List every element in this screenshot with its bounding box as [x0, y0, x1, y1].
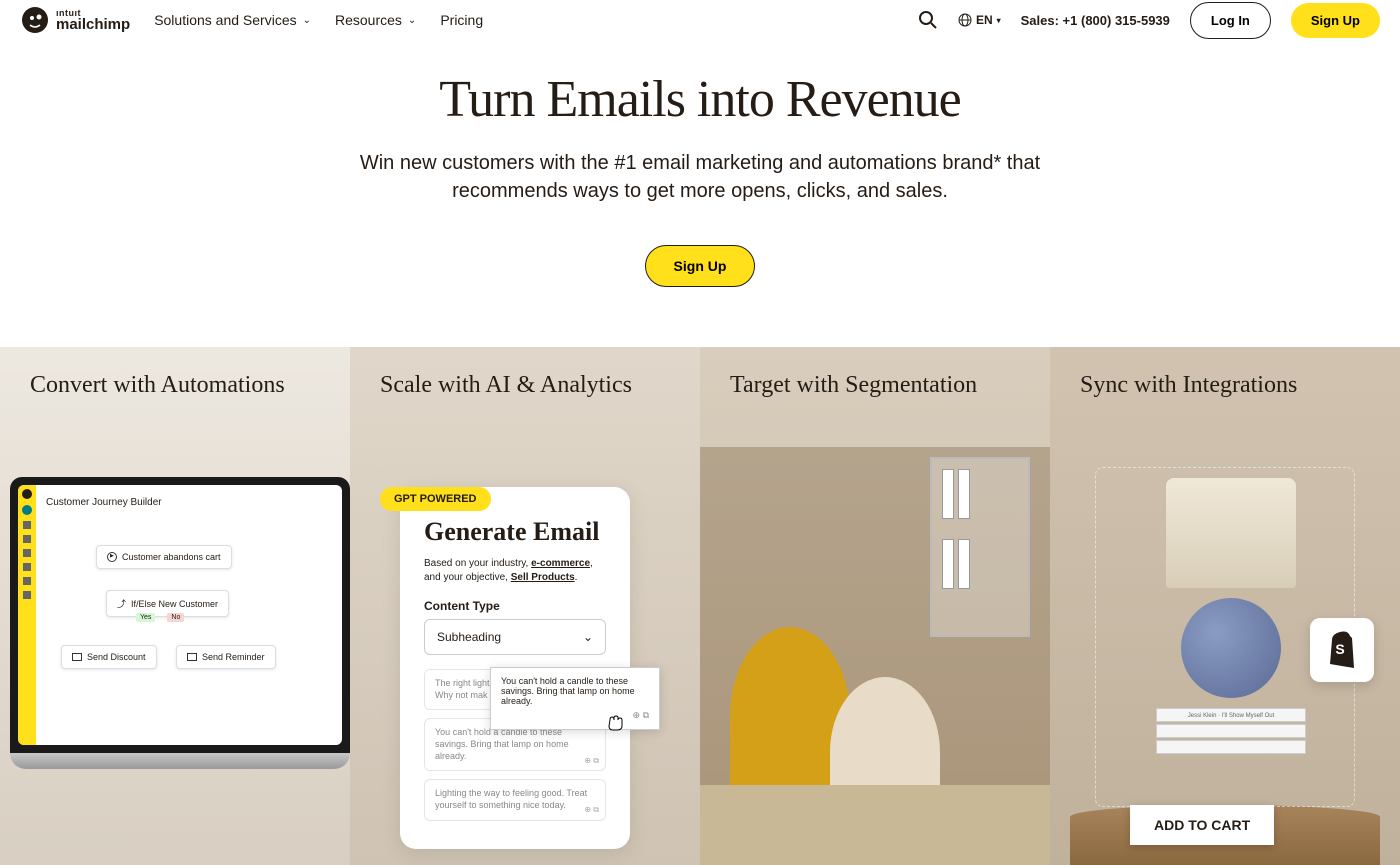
- card-description: Based on your industry, e-commerce, and …: [424, 557, 606, 585]
- book: [1156, 740, 1306, 754]
- shelf: [930, 457, 1030, 637]
- mailchimp-logo[interactable]: ıntuıt mailchimp: [20, 5, 130, 35]
- plus-icon: ⊕: [633, 710, 641, 720]
- nav-solutions[interactable]: Solutions and Services ⌄: [154, 12, 311, 28]
- book: Jessi Klein · I'll Show Myself Out: [1156, 708, 1306, 722]
- copy-icon: ⧉: [643, 710, 649, 720]
- journey-canvas: Customer Journey Builder Customer abando…: [36, 485, 342, 745]
- plus-icon: ⊕: [584, 805, 591, 814]
- feature-title: Target with Segmentation: [730, 372, 1020, 399]
- books-stack: Jessi Klein · I'll Show Myself Out: [1156, 708, 1306, 756]
- login-button[interactable]: Log In: [1190, 2, 1271, 39]
- features-grid: Convert with Automations Custo: [0, 347, 1400, 865]
- journey-node-trigger: Customer abandons cart: [96, 545, 232, 569]
- condition-labels: Yes No: [136, 613, 184, 622]
- copy-icon: ⧉: [593, 805, 599, 814]
- nav-pricing[interactable]: Pricing: [440, 12, 483, 28]
- desk: [700, 785, 1050, 865]
- copy-icon: ⧉: [593, 756, 599, 765]
- journey-sidebar: [18, 485, 36, 745]
- sidebar-logo-icon: [22, 489, 32, 499]
- hero-subtitle: Win new customers with the #1 email mark…: [350, 149, 1050, 205]
- envelope-icon: [72, 653, 82, 661]
- no-label: No: [167, 613, 184, 622]
- yes-label: Yes: [136, 613, 155, 622]
- feature-title: Convert with Automations: [30, 372, 320, 399]
- feature-title: Sync with Integrations: [1080, 372, 1370, 399]
- feature-automations[interactable]: Convert with Automations Custo: [0, 347, 350, 865]
- people-photo: [700, 447, 1050, 865]
- chevron-down-icon: ⌄: [303, 15, 311, 26]
- main-nav: Solutions and Services ⌄ Resources ⌄ Pri…: [154, 12, 483, 28]
- caret-down-icon: ▾: [997, 16, 1001, 25]
- binder: [942, 469, 954, 519]
- binder: [958, 539, 970, 589]
- sidebar-item-icon: [23, 521, 31, 529]
- hero-title: Turn Emails into Revenue: [20, 70, 1380, 129]
- suggestion-tooltip: You can't hold a candle to these savings…: [490, 667, 660, 730]
- binder: [942, 539, 954, 589]
- feature-integrations[interactable]: Sync with Integrations Jessi Klein · I'l…: [1050, 347, 1400, 865]
- shopify-icon: S: [1324, 630, 1360, 670]
- brand-bottom: mailchimp: [56, 16, 130, 33]
- laptop-base: [10, 753, 350, 769]
- book: [1156, 724, 1306, 738]
- site-header: ıntuıt mailchimp Solutions and Services …: [0, 0, 1400, 40]
- feature-segmentation[interactable]: Target with Segmentation: [700, 347, 1050, 865]
- sidebar-item-icon: [23, 577, 31, 585]
- sidebar-item-icon: [23, 591, 31, 599]
- envelope-icon: [187, 653, 197, 661]
- shopify-badge: S: [1310, 618, 1374, 682]
- content-type-label: Content Type: [424, 599, 606, 613]
- card-title: Generate Email: [424, 517, 606, 547]
- header-left: ıntuıt mailchimp Solutions and Services …: [20, 5, 483, 35]
- header-right: EN ▾ Sales: +1 (800) 315-5939 Log In Sig…: [918, 2, 1380, 39]
- branch-icon: ⤴: [117, 597, 126, 610]
- binder: [958, 469, 970, 519]
- search-icon[interactable]: [918, 10, 938, 30]
- journey-node-reminder: Send Reminder: [176, 645, 276, 669]
- sidebar-active-icon: [22, 505, 32, 515]
- language-selector[interactable]: EN ▾: [958, 13, 1001, 27]
- grab-cursor-icon: [605, 712, 625, 732]
- laptop-mockup: Customer Journey Builder Customer abando…: [10, 477, 350, 769]
- feature-title: Scale with AI & Analytics: [380, 372, 670, 399]
- lamp-base: [1181, 598, 1281, 698]
- hero-section: Turn Emails into Revenue Win new custome…: [0, 40, 1400, 347]
- lampshade: [1166, 478, 1296, 588]
- sidebar-item-icon: [23, 549, 31, 557]
- content-type-select[interactable]: Subheading ⌄: [424, 619, 606, 655]
- feature-ai-analytics[interactable]: Scale with AI & Analytics GPT POWERED Ge…: [350, 347, 700, 865]
- chevron-down-icon: ⌄: [583, 630, 593, 644]
- plus-icon: ⊕: [584, 756, 591, 765]
- gpt-badge: GPT POWERED: [380, 487, 491, 511]
- hero-signup-button[interactable]: Sign Up: [645, 245, 756, 287]
- sidebar-item-icon: [23, 563, 31, 571]
- sidebar-item-icon: [23, 535, 31, 543]
- play-icon: [107, 552, 117, 562]
- signup-button[interactable]: Sign Up: [1291, 3, 1380, 38]
- product-frame: Jessi Klein · I'll Show Myself Out S: [1095, 467, 1355, 807]
- text-option-3[interactable]: Lighting the way to feeling good. Treat …: [424, 779, 606, 820]
- add-to-cart-button[interactable]: ADD TO CART: [1130, 805, 1274, 845]
- freddie-icon: [20, 5, 50, 35]
- journey-title: Customer Journey Builder: [46, 497, 332, 508]
- sales-phone[interactable]: Sales: +1 (800) 315-5939: [1021, 13, 1170, 28]
- chevron-down-icon: ⌄: [408, 15, 416, 26]
- nav-resources[interactable]: Resources ⌄: [335, 12, 416, 28]
- journey-node-discount: Send Discount: [61, 645, 157, 669]
- globe-icon: [958, 13, 972, 27]
- svg-text:S: S: [1335, 641, 1344, 657]
